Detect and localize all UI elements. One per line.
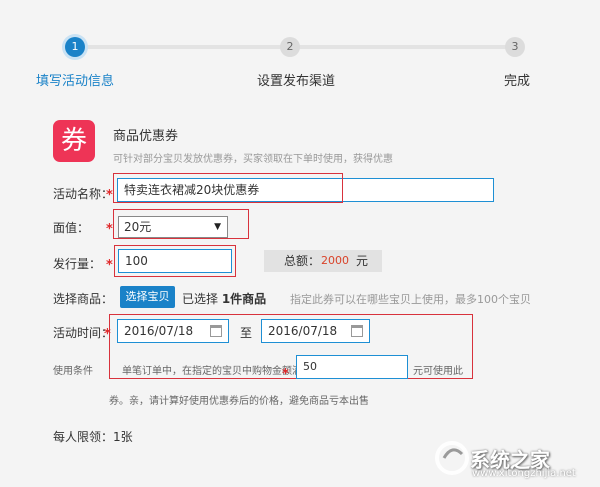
watermark-url: www.xitongzhijia.net	[472, 468, 576, 479]
coupon-icon: 券	[53, 120, 95, 162]
total-amount-box: 总额： 2000 元	[264, 250, 382, 272]
select-goods-button[interactable]: 选择宝贝	[120, 286, 175, 308]
selected-prefix: 已选择	[182, 292, 222, 306]
coupon-title: 商品优惠券	[113, 129, 179, 144]
end-date-value: 2016/07/18	[268, 324, 338, 338]
per-person-limit: 每人限领：1张	[53, 428, 133, 445]
activity-name-label: 活动名称：	[53, 187, 114, 201]
condition-amount-input[interactable]: 50	[296, 355, 408, 379]
step-3-label: 完成	[504, 74, 531, 89]
required-mark: *	[104, 327, 111, 342]
condition-suffix: 元可使用此	[413, 366, 463, 377]
step-line-1	[75, 45, 290, 49]
start-date-value: 2016/07/18	[124, 324, 194, 338]
total-unit: 元	[356, 254, 369, 268]
coupon-description: 可针对部分宝贝发放优惠券，买家领取在下单时使用，获得优惠	[113, 154, 393, 165]
step-2-label: 设置发布渠道	[257, 74, 336, 89]
quantity-label: 发行量：	[53, 257, 102, 271]
end-date-input[interactable]: 2016/07/18	[261, 319, 370, 343]
limit-label: 每人限领：	[53, 430, 114, 444]
total-label: 总额：	[284, 254, 321, 268]
limit-value: 1张	[113, 430, 133, 444]
select-goods-label: 选择商品：	[53, 292, 114, 306]
step-1-label: 填写活动信息	[36, 74, 115, 89]
condition-text: 单笔订单中，在指定的宝贝中购物金额满	[122, 366, 302, 377]
required-mark: *	[106, 222, 113, 237]
required-mark: *	[106, 258, 113, 273]
face-value-label: 面值：	[53, 221, 90, 235]
selected-count: 1件商品	[221, 292, 267, 306]
condition-label: 使用条件	[53, 366, 93, 377]
select-goods-hint: 指定此券可以在哪些宝贝上使用，最多100个宝贝	[290, 293, 531, 306]
condition-note: 券。亲，请计算好使用优惠券后的价格，避免商品亏本出售	[109, 396, 369, 407]
selected-goods-text: 已选择 1件商品	[182, 290, 266, 307]
step-line-2	[290, 45, 515, 49]
highlight-box-value	[113, 209, 249, 239]
step-3-circle: 3	[505, 37, 525, 57]
highlight-box-name	[113, 173, 343, 203]
date-range-separator: 至	[240, 326, 253, 340]
step-2-circle: 2	[280, 37, 300, 57]
total-value: 2000	[321, 254, 349, 267]
required-mark: *	[282, 367, 289, 382]
required-mark: *	[106, 188, 113, 203]
step-1-circle: 1	[65, 37, 85, 57]
calendar-icon[interactable]	[351, 325, 363, 337]
calendar-icon[interactable]	[210, 325, 222, 337]
start-date-input[interactable]: 2016/07/18	[117, 319, 229, 343]
highlight-box-quantity	[114, 245, 236, 277]
